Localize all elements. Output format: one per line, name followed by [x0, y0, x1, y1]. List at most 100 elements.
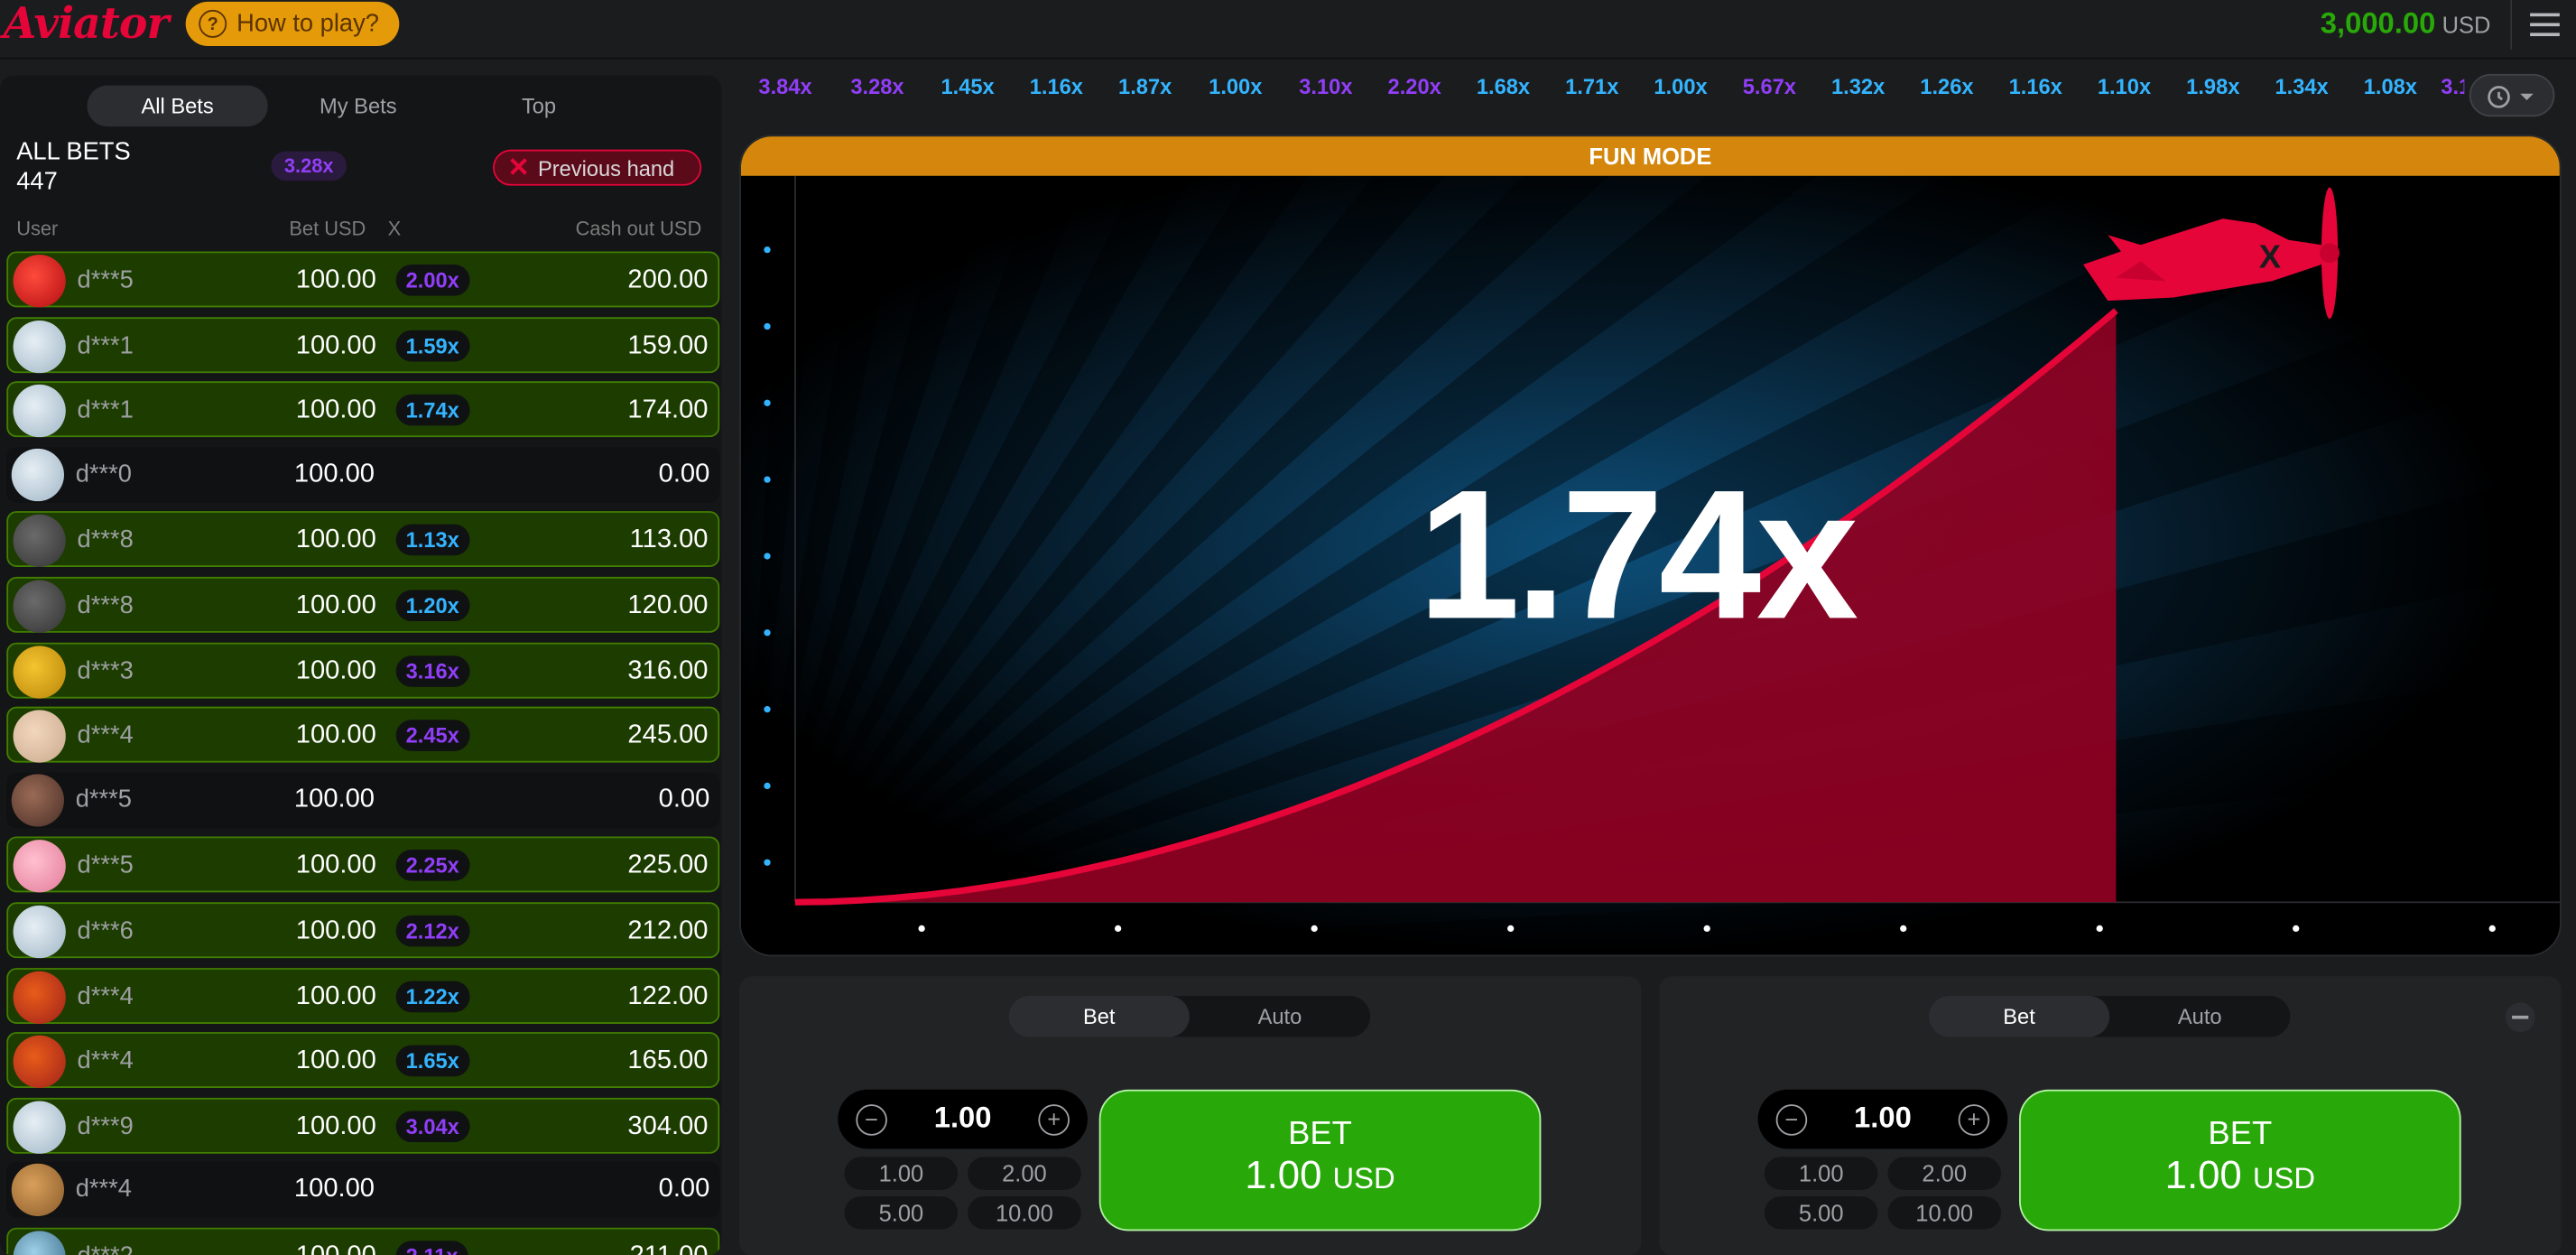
- cashout-amount: 304.00: [627, 1111, 709, 1140]
- bet-amount: 100.00: [295, 265, 376, 294]
- y-axis-dot: [764, 322, 771, 330]
- cashout-multiplier: 2.45x: [395, 720, 469, 752]
- all-bets-count: 447: [16, 167, 58, 196]
- bet-row: d***1 100.00 1.59x 159.00: [6, 316, 720, 373]
- history-multiplier: 1.08x: [2363, 73, 2417, 99]
- bet-row: d***5 100.00 0.00: [6, 772, 720, 828]
- bet-button-currency: USD: [1332, 1161, 1395, 1195]
- minus-icon: [2512, 1015, 2529, 1019]
- cashout-amount: 0.00: [658, 460, 710, 488]
- bet-button-value: 1.00: [1245, 1153, 1322, 1198]
- bet-row: d***1 100.00 1.74x 174.00: [6, 381, 720, 438]
- history-multiplier: 3.10x: [2441, 73, 2464, 99]
- x-axis-dot: [2096, 925, 2103, 933]
- cashout-multiplier: 2.11x: [395, 1241, 468, 1255]
- tab-top[interactable]: Top: [449, 86, 629, 127]
- history-multiplier: 1.98x: [2186, 73, 2240, 99]
- cashout-multiplier: 2.00x: [395, 265, 469, 296]
- tab-all-bets[interactable]: All Bets: [87, 85, 268, 127]
- close-icon: ✕: [507, 154, 530, 183]
- history-icon: [2488, 86, 2534, 108]
- bet-amount: 100.00: [293, 1176, 375, 1204]
- previous-hand-button[interactable]: ✕ Previous hand: [493, 149, 702, 186]
- bet-mode-tabs: Bet Auto: [1008, 996, 1371, 1037]
- x-axis-dot: [1115, 925, 1122, 933]
- y-axis-dot: [764, 782, 771, 790]
- x-axis-dot: [1703, 925, 1710, 933]
- bets-panel-body: All Bets My Bets Top ALL BETS 447 3.28x …: [0, 75, 722, 1255]
- balance: 3,000.00 USD: [2321, 6, 2491, 41]
- cashout-amount: 0.00: [658, 785, 710, 813]
- bet-row: d***9 100.00 3.04x 304.00: [6, 1097, 720, 1154]
- bet-amount: 100.00: [295, 721, 376, 750]
- bet-amount: 100.00: [295, 1046, 376, 1075]
- tab-my-bets[interactable]: My Bets: [268, 86, 449, 127]
- cashout-amount: 113.00: [629, 526, 709, 555]
- x-axis-dot: [2488, 925, 2496, 933]
- history-multiplier: 3.10x: [1299, 73, 1353, 99]
- quick-amount-button[interactable]: 1.00: [844, 1157, 959, 1190]
- quick-amount-button[interactable]: 2.00: [968, 1157, 1081, 1190]
- current-multiplier: 1.74x: [1417, 451, 1858, 658]
- cashout-amount: 159.00: [627, 330, 709, 359]
- bet-button[interactable]: BET 1.00 USD: [1098, 1089, 1542, 1232]
- fun-mode-banner: FUN MODE: [740, 136, 2560, 176]
- quick-amount-button[interactable]: 5.00: [1764, 1196, 1878, 1230]
- cashout-multiplier: 1.13x: [395, 525, 469, 556]
- cashout-amount: 225.00: [627, 851, 709, 880]
- bet-amount: 100.00: [295, 526, 376, 555]
- history-multiplier: 3.28x: [850, 73, 904, 99]
- bet-row: d***5 100.00 2.00x 200.00: [6, 251, 720, 308]
- cashout-amount: 174.00: [627, 396, 709, 424]
- quick-amount-button[interactable]: 5.00: [844, 1196, 959, 1230]
- quick-amount-button[interactable]: 10.00: [968, 1196, 1081, 1230]
- y-axis-dot: [764, 399, 771, 406]
- cashout-amount: 120.00: [627, 591, 709, 620]
- history-multiplier: 1.16x: [1029, 73, 1083, 99]
- tab-bet[interactable]: Bet: [1928, 996, 2110, 1037]
- bets-panel: All Bets My Bets Top ALL BETS 447 3.28x …: [0, 75, 722, 1255]
- cashout-multiplier: 1.59x: [395, 330, 469, 361]
- bet-panel-2: Bet Auto − 1.00 + 1.00 2.00 5.00 10.00 B…: [1659, 976, 2562, 1255]
- bet-mode-tabs: Bet Auto: [1928, 996, 2291, 1037]
- bet-row: d***0 100.00 0.00: [6, 446, 720, 503]
- svg-text:X: X: [2259, 238, 2281, 275]
- total-multiplier-badge: 3.28x: [271, 151, 347, 181]
- x-axis-dot: [1900, 925, 1907, 933]
- bets-list: d***5 100.00 2.00x 200.00 d***1 100.00 1.59x 15…: [6, 251, 720, 1255]
- bet-button-amount: 1.00 USD: [1101, 1154, 1540, 1200]
- x-axis-dot: [1311, 925, 1318, 933]
- bet-amount: 100.00: [295, 656, 376, 685]
- quick-amount-button[interactable]: 1.00: [1764, 1157, 1878, 1190]
- cashout-multiplier: 2.25x: [395, 850, 469, 882]
- y-axis-dot: [764, 705, 771, 713]
- history-toggle-button[interactable]: [2469, 73, 2555, 117]
- hamburger-icon-line: [2529, 33, 2559, 37]
- tab-bet[interactable]: Bet: [1008, 996, 1190, 1037]
- cashout-multiplier: 2.12x: [395, 915, 469, 947]
- increase-button[interactable]: +: [1038, 1104, 1070, 1136]
- quick-amount-button[interactable]: 2.00: [1887, 1157, 2002, 1190]
- help-icon: ?: [199, 9, 227, 38]
- bet-amount: 100.00: [295, 916, 376, 945]
- increase-button[interactable]: +: [1958, 1104, 1990, 1136]
- tab-auto[interactable]: Auto: [2109, 996, 2290, 1037]
- how-to-play-button[interactable]: ? How to play?: [185, 1, 400, 46]
- quick-amount-button[interactable]: 10.00: [1887, 1196, 2002, 1230]
- cashout-multiplier: 1.65x: [395, 1045, 469, 1077]
- y-axis-dot: [764, 629, 771, 637]
- bet-button-currency: USD: [2252, 1161, 2316, 1195]
- bet-row: d***4 100.00 0.00: [6, 1162, 720, 1219]
- y-axis-dot: [764, 246, 771, 254]
- tab-auto[interactable]: Auto: [1190, 996, 1370, 1037]
- bet-amount: 100.00: [295, 851, 376, 880]
- menu-button[interactable]: [2510, 0, 2576, 50]
- bet-row: d***4 100.00 2.45x 245.00: [6, 706, 720, 763]
- remove-panel-button[interactable]: [2505, 1002, 2535, 1033]
- cashout-amount: 245.00: [627, 721, 709, 750]
- bet-row: d***5 100.00 2.25x 225.00: [6, 837, 720, 893]
- history-multiplier: 1.87x: [1118, 73, 1172, 99]
- cashout-multiplier: 1.74x: [395, 395, 469, 426]
- bet-button[interactable]: BET 1.00 USD: [2019, 1089, 2461, 1232]
- history-multiplier: 1.00x: [1209, 73, 1263, 99]
